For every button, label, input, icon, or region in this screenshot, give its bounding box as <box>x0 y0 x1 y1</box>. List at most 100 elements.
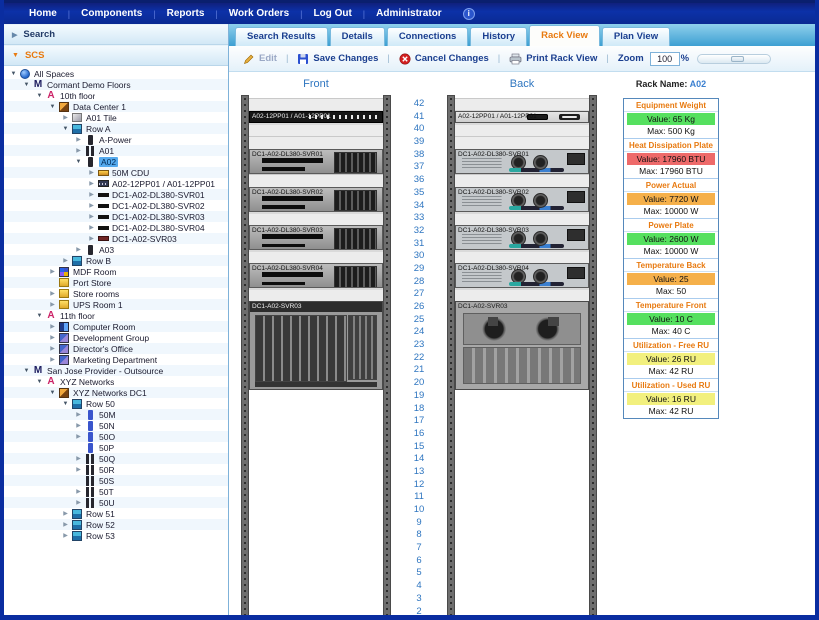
rack-unit-a02-12pp01-a01-12pp01[interactable]: A02-12PP01 / A01-12PP01 <box>455 111 589 124</box>
tree-expander-right-icon[interactable]: ▶ <box>60 532 71 539</box>
tree-item-san-jose-provider-outsource[interactable]: ▼MSan Jose Provider - Outsource <box>4 365 228 376</box>
tree-expander-right-icon[interactable]: ▶ <box>86 224 97 231</box>
zoom-slider-thumb[interactable] <box>731 56 744 62</box>
tree-item-row-52[interactable]: ▶Row 52 <box>4 519 228 530</box>
tree-item-50u[interactable]: ▶50U <box>4 497 228 508</box>
tree-item-dc1-a02-svr03[interactable]: ▶DC1-A02-SVR03 <box>4 233 228 244</box>
cancel-changes-button[interactable]: Cancel Changes <box>399 53 489 65</box>
tree-expander-right-icon[interactable]: ▶ <box>86 191 97 198</box>
tab-rack-view[interactable]: Rack View <box>529 25 600 46</box>
tree-expander-right-icon[interactable]: ▶ <box>47 290 58 297</box>
tree-expander-right-icon[interactable]: ▶ <box>73 499 84 506</box>
zoom-value-input[interactable] <box>650 52 680 66</box>
tree-expander-right-icon[interactable]: ▶ <box>60 257 71 264</box>
scs-accordion-header[interactable]: ▼ SCS <box>4 45 228 66</box>
tree-item-dc1-a02-dl380-svr01[interactable]: ▶DC1-A02-DL380-SVR01 <box>4 189 228 200</box>
tree-expander-down-icon[interactable]: ▼ <box>34 313 45 319</box>
nav-item-home[interactable]: Home <box>18 8 68 19</box>
tree-item-development-group[interactable]: ▶Development Group <box>4 332 228 343</box>
tree-expander-right-icon[interactable]: ▶ <box>47 323 58 330</box>
rack-unit-dc1-a02-dl380-svr04[interactable]: DC1-A02-DL380-SVR04 <box>455 263 589 288</box>
tree-item-marketing-department[interactable]: ▶Marketing Department <box>4 354 228 365</box>
nav-item-components[interactable]: Components <box>70 8 153 19</box>
zoom-slider[interactable] <box>697 54 771 64</box>
tree-item-port-store[interactable]: Port Store <box>4 277 228 288</box>
tree-expander-down-icon[interactable]: ▼ <box>21 368 32 374</box>
tab-search-results[interactable]: Search Results <box>235 27 328 46</box>
tree-expander-down-icon[interactable]: ▼ <box>60 126 71 132</box>
tree-item-50n[interactable]: ▶50N <box>4 420 228 431</box>
tree-expander-down-icon[interactable]: ▼ <box>21 82 32 88</box>
tree-item-50s[interactable]: 50S <box>4 475 228 486</box>
tree-expander-right-icon[interactable]: ▶ <box>73 422 84 429</box>
tree-expander-right-icon[interactable]: ▶ <box>47 268 58 275</box>
nav-item-log-out[interactable]: Log Out <box>302 8 362 19</box>
tree-expander-right-icon[interactable]: ▶ <box>73 488 84 495</box>
tree-expander-down-icon[interactable]: ▼ <box>47 104 58 110</box>
tree-expander-right-icon[interactable]: ▶ <box>47 356 58 363</box>
tree-expander-right-icon[interactable]: ▶ <box>73 147 84 154</box>
tree-item-cormant-demo-floors[interactable]: ▼MCormant Demo Floors <box>4 79 228 90</box>
tree-expander-down-icon[interactable]: ▼ <box>60 401 71 407</box>
tree-item-dc1-a02-dl380-svr04[interactable]: ▶DC1-A02-DL380-SVR04 <box>4 222 228 233</box>
tree-expander-right-icon[interactable]: ▶ <box>73 466 84 473</box>
tree-expander-right-icon[interactable]: ▶ <box>73 433 84 440</box>
tree-item-50q[interactable]: ▶50Q <box>4 453 228 464</box>
info-icon[interactable]: i <box>463 8 475 20</box>
tree-item-row-b[interactable]: ▶Row B <box>4 255 228 266</box>
tree-expander-right-icon[interactable]: ▶ <box>47 301 58 308</box>
tree-expander-right-icon[interactable]: ▶ <box>73 246 84 253</box>
tree-expander-right-icon[interactable]: ▶ <box>86 202 97 209</box>
rack-unit-dc1-a02-dl380-svr02[interactable]: DC1-A02-DL380-SVR02 <box>455 187 589 212</box>
tree-item-mdf-room[interactable]: ▶MDF Room <box>4 266 228 277</box>
tree-item-50t[interactable]: ▶50T <box>4 486 228 497</box>
nav-item-work-orders[interactable]: Work Orders <box>218 8 300 19</box>
tree-item-director-s-office[interactable]: ▶Director's Office <box>4 343 228 354</box>
save-changes-button[interactable]: Save Changes <box>297 53 378 65</box>
tree-expander-right-icon[interactable]: ▶ <box>47 334 58 341</box>
tree-expander-down-icon[interactable]: ▼ <box>73 159 84 165</box>
tab-details[interactable]: Details <box>330 27 385 46</box>
tree-item-store-rooms[interactable]: ▶Store rooms <box>4 288 228 299</box>
rack-unit-dc1-a02-svr03[interactable]: DC1-A02-SVR03 <box>249 301 383 390</box>
tree-item-dc1-a02-dl380-svr03[interactable]: ▶DC1-A02-DL380-SVR03 <box>4 211 228 222</box>
tab-history[interactable]: History <box>470 27 527 46</box>
tree-item-11th-floor[interactable]: ▼A11th floor <box>4 310 228 321</box>
rack-unit-dc1-a02-dl380-svr02[interactable]: DC1-A02-DL380-SVR02 <box>249 187 383 212</box>
edit-button[interactable]: Edit <box>243 53 277 65</box>
rack-unit-dc1-a02-dl380-svr01[interactable]: DC1-A02-DL380-SVR01 <box>249 149 383 174</box>
tree-item-a02[interactable]: ▼A02 <box>4 156 228 167</box>
tree-expander-down-icon[interactable]: ▼ <box>47 390 58 396</box>
tab-connections[interactable]: Connections <box>387 27 469 46</box>
rack-unit-dc1-a02-dl380-svr01[interactable]: DC1-A02-DL380-SVR01 <box>455 149 589 174</box>
tree-expander-right-icon[interactable]: ▶ <box>73 136 84 143</box>
tree-item-a03[interactable]: ▶A03 <box>4 244 228 255</box>
tree-expander-down-icon[interactable]: ▼ <box>34 93 45 99</box>
rack-unit-dc1-a02-dl380-svr04[interactable]: DC1-A02-DL380-SVR04 <box>249 263 383 288</box>
tree-item-dc1-a02-dl380-svr02[interactable]: ▶DC1-A02-DL380-SVR02 <box>4 200 228 211</box>
tree-item-row-53[interactable]: ▶Row 53 <box>4 530 228 541</box>
tree-expander-right-icon[interactable]: ▶ <box>73 455 84 462</box>
search-accordion-header[interactable]: ▶ Search <box>4 24 228 45</box>
tree-item-50p[interactable]: 50P <box>4 442 228 453</box>
tree-item-a01[interactable]: ▶A01 <box>4 145 228 156</box>
rack-unit-dc1-a02-dl380-svr03[interactable]: DC1-A02-DL380-SVR03 <box>455 225 589 250</box>
tree-item-a02-12pp01-a01-12pp01[interactable]: ▶A02-12PP01 / A01-12PP01 <box>4 178 228 189</box>
tree-expander-right-icon[interactable]: ▶ <box>60 510 71 517</box>
tree-expander-right-icon[interactable]: ▶ <box>47 345 58 352</box>
tree-item-50m-cdu[interactable]: ▶50M CDU <box>4 167 228 178</box>
tree-expander-right-icon[interactable]: ▶ <box>60 521 71 528</box>
tree-item-row-a[interactable]: ▼Row A <box>4 123 228 134</box>
tree-item-row-50[interactable]: ▼Row 50 <box>4 398 228 409</box>
rack-unit-dc1-a02-dl380-svr03[interactable]: DC1-A02-DL380-SVR03 <box>249 225 383 250</box>
tree-item-computer-room[interactable]: ▶Computer Room <box>4 321 228 332</box>
tab-plan-view[interactable]: Plan View <box>602 27 670 46</box>
tree-item-all-spaces[interactable]: ▼All Spaces <box>4 68 228 79</box>
tree-expander-right-icon[interactable]: ▶ <box>86 213 97 220</box>
tree-expander-right-icon[interactable]: ▶ <box>73 411 84 418</box>
print-rack-view-button[interactable]: Print Rack View <box>509 53 597 65</box>
tree-item-50o[interactable]: ▶50O <box>4 431 228 442</box>
tree-item-a01-tile[interactable]: ▶A01 Tile <box>4 112 228 123</box>
tree-item-data-center-1[interactable]: ▼Data Center 1 <box>4 101 228 112</box>
tree-item-row-51[interactable]: ▶Row 51 <box>4 508 228 519</box>
